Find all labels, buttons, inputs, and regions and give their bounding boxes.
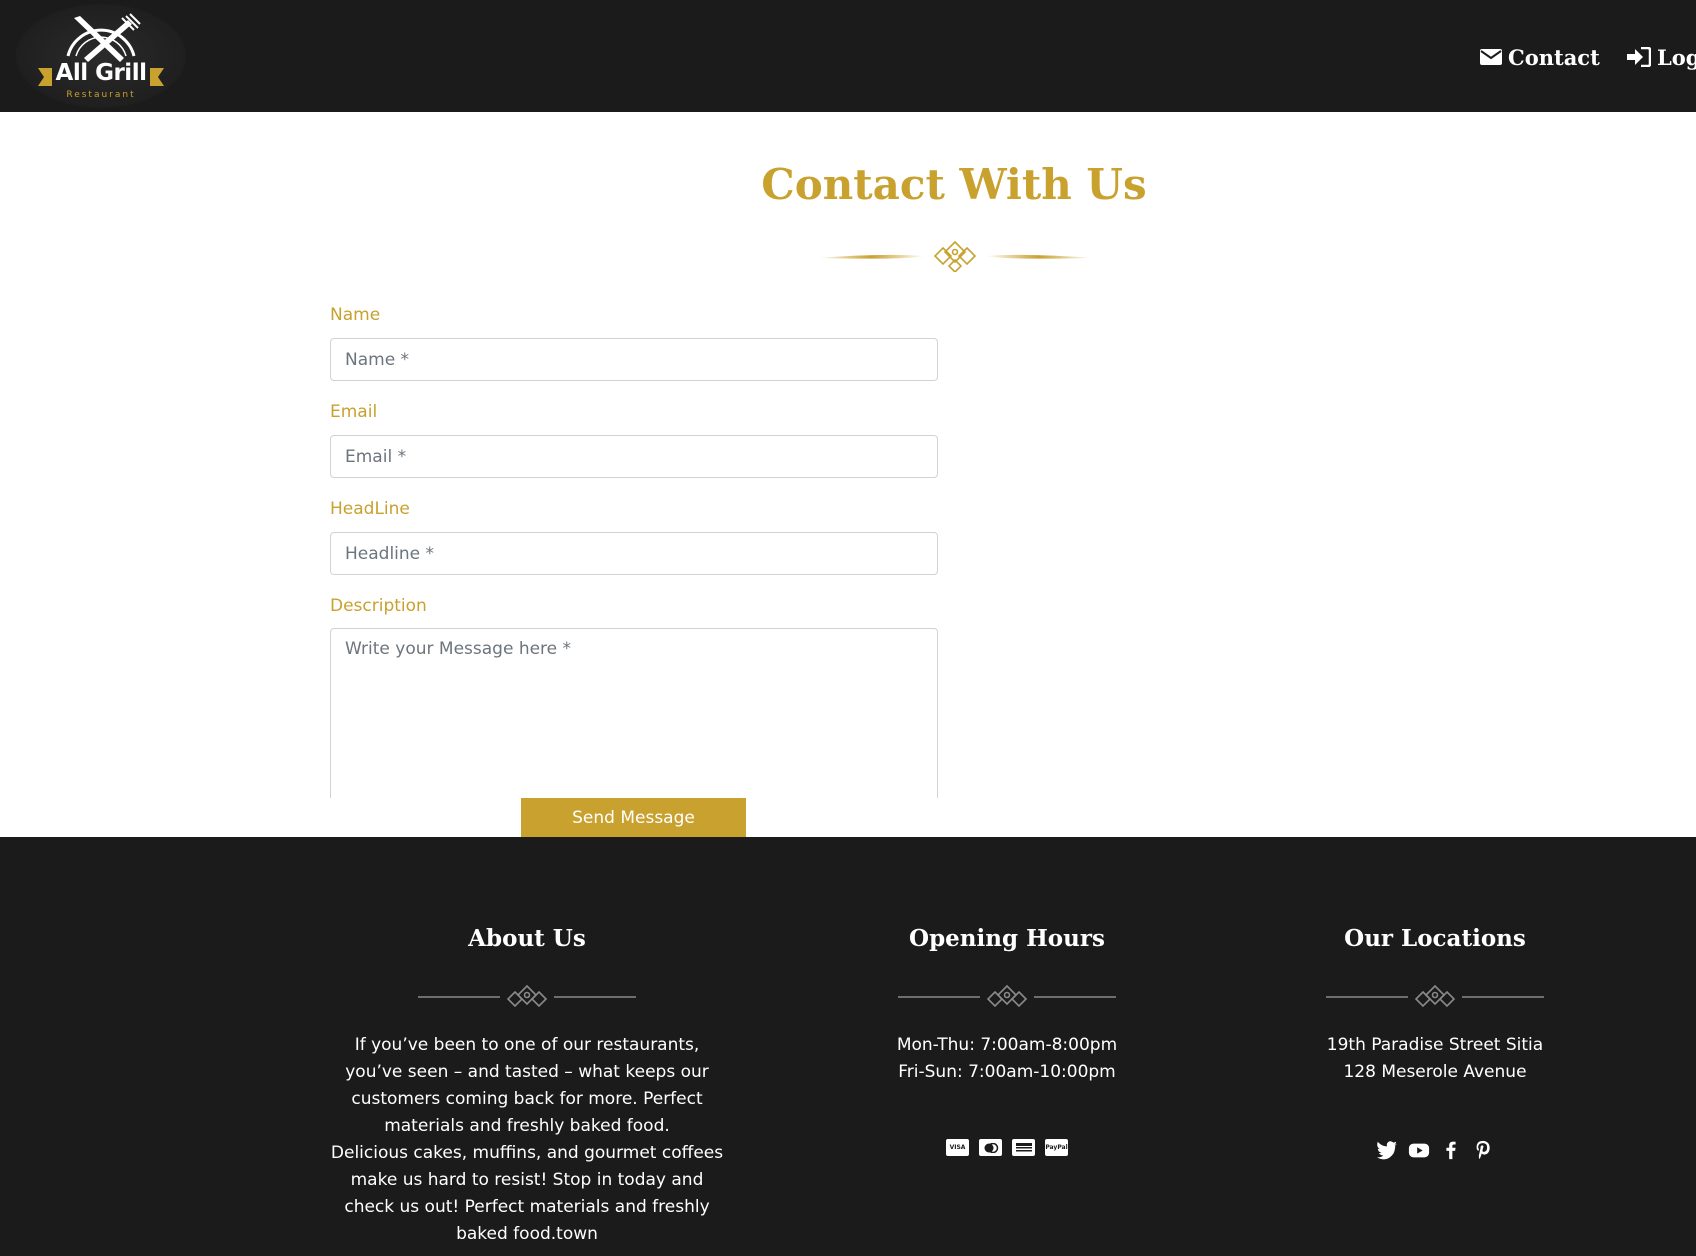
youtube-icon[interactable] [1408,1139,1430,1161]
about-heading: About Us [468,925,586,952]
name-label: Name [330,305,381,325]
social-icons [1225,1139,1645,1161]
locations-text: 19th Paradise Street Sitia 128 Meserole … [1225,1032,1645,1086]
location-line-1: 19th Paradise Street Sitia [1326,1035,1544,1055]
description-textarea[interactable] [330,628,938,798]
about-paragraph-2: Delicious cakes, muffins, and gourmet co… [330,1143,724,1244]
location-line-2: 128 Meserole Avenue [1343,1062,1527,1082]
about-text: If you’ve been to one of our restaurants… [317,1032,737,1248]
about-paragraph-1: If you’ve been to one of our restaurants… [345,1035,709,1136]
page-title: Contact With Us [761,160,1147,209]
top-navbar: All Grill Restaurant Contact Login [0,0,1696,112]
email-field[interactable] [330,435,938,478]
locations-divider-ornament-icon [1326,984,1544,1008]
nav-login-label: Login [1657,44,1696,70]
name-field[interactable] [330,338,938,381]
hours-heading: Opening Hours [909,925,1105,952]
envelope-icon [1480,49,1502,65]
hours-line-weekdays: Mon-Thu: 7:00am-8:00pm [896,1035,1118,1055]
logo-name: All Grill [55,60,147,86]
headline-label: HeadLine [330,499,410,519]
twitter-icon[interactable] [1376,1139,1398,1161]
nav-contact-label: Contact [1508,44,1600,70]
payment-icons: VISA PayPal [797,1139,1217,1156]
paypal-icon: PayPal [1045,1139,1068,1156]
hours-line-weekend: Fri-Sun: 7:00am-10:00pm [898,1062,1116,1082]
mastercard-icon [979,1139,1002,1156]
hours-text: Mon-Thu: 7:00am-8:00pm Fri-Sun: 7:00am-1… [797,1032,1217,1086]
headline-field[interactable] [330,532,938,575]
locations-heading: Our Locations [1344,925,1526,952]
sign-in-icon [1627,47,1651,67]
about-divider-ornament-icon [418,984,636,1008]
amex-icon [1012,1139,1035,1156]
footer: About Us If you’ve been to one of our re… [0,837,1696,1256]
email-label: Email [330,402,378,422]
facebook-icon[interactable] [1440,1139,1462,1161]
send-message-button[interactable]: Send Message [521,798,746,837]
hours-divider-ornament-icon [898,984,1116,1008]
visa-icon: VISA [946,1139,969,1156]
title-divider-ornament-icon [817,240,1093,272]
restaurant-logo[interactable]: All Grill Restaurant [16,4,186,108]
pinterest-icon[interactable] [1472,1139,1494,1161]
nav-contact-link[interactable]: Contact [1480,42,1600,72]
description-label: Description [330,596,427,616]
nav-login-link[interactable]: Login [1627,42,1696,72]
logo-subtitle: Restaurant [66,90,136,100]
